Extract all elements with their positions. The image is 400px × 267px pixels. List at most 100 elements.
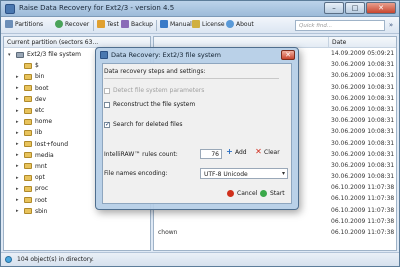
recover-button[interactable]: Recover [55,20,89,28]
partitions-button[interactable]: Partitions [5,20,43,28]
backup-icon [121,20,129,28]
file-date: 30.06.2009 10:08:31 [331,105,395,113]
file-row[interactable]: 06.10.2009 11:07:38 [154,216,396,227]
expand-arrow-icon[interactable]: ▸ [16,108,24,114]
folder-icon [24,141,32,148]
add-label: Add [235,149,247,156]
drive-icon [16,51,24,58]
backup-label: Backup [131,20,153,28]
tree-item-label: etc [35,107,45,115]
about-label: About [236,20,254,28]
folder-icon [24,174,32,181]
chevron-down-icon: ▾ [281,170,285,177]
clear-x-icon: ✕ [255,147,262,156]
file-date: 30.06.2009 10:08:31 [331,173,395,181]
file-date: 06.10.2009 11:07:38 [331,217,395,225]
folder-icon [24,62,32,69]
divider [104,78,279,79]
partitions-label: Partitions [15,20,44,28]
tree-item-label: lib [35,129,43,137]
maximize-button[interactable]: □ [345,2,365,14]
file-date: 06.10.2009 11:07:38 [331,184,395,192]
folder-icon [24,118,32,125]
folder-icon [24,152,32,159]
tree-item-label: bin [35,73,45,81]
expand-arrow-icon[interactable]: ▸ [16,141,24,147]
tree-item-label: boot [35,84,49,92]
clear-label: Clear [264,149,280,156]
folder-icon [24,107,32,114]
reconstruct-fs-checkbox[interactable] [104,101,110,108]
file-date: 30.06.2009 10:08:31 [331,117,395,125]
folder-icon [24,208,32,215]
expand-arrow-icon[interactable]: ▸ [16,96,24,102]
expand-arrow-icon[interactable]: ▸ [16,130,24,136]
folder-icon [24,96,32,103]
dialog-body [102,63,292,204]
folder-icon [24,85,32,92]
test-icon [97,20,105,28]
manual-button[interactable]: Manual [160,20,192,28]
expand-arrow-icon[interactable]: ▸ [16,119,24,125]
app-icon [5,4,15,14]
file-name: chown [158,229,178,236]
expand-arrow-icon[interactable]: ▸ [16,208,24,214]
dialog-title-bar: Data Recovery: Ext2/3 file system [96,48,298,62]
encoding-value: UTF-8 Unicode [204,171,248,178]
expand-arrow-icon[interactable]: ▸ [16,74,24,80]
license-icon [192,20,200,28]
expand-arrow-icon[interactable]: ▸ [16,163,24,169]
file-date: 30.06.2009 10:08:31 [331,83,395,91]
manual-icon [160,20,168,28]
file-date: 30.06.2009 10:08:31 [331,161,395,169]
date-column-header[interactable]: Date [332,39,346,46]
dialog-close-button[interactable]: ✕ [281,50,295,60]
manual-label: Manual [170,20,192,28]
encoding-select[interactable]: UTF-8 Unicode ▾ [200,168,288,179]
minimize-button[interactable]: – [324,2,344,14]
expand-arrow-icon[interactable]: ▸ [16,152,24,158]
file-date: 14.09.2009 05:09:21 [331,50,395,57]
expand-arrow-icon[interactable]: ▸ [16,175,24,181]
folder-icon [24,185,32,192]
rules-count-input[interactable]: 76 [200,149,222,159]
backup-button[interactable]: Backup [121,20,153,28]
test-button[interactable]: Test [97,20,119,28]
section-label: Data recovery steps and settings: [104,68,206,75]
tree-item-label: lost+found [35,140,69,148]
folder-icon [24,73,32,80]
tree-item-label: Ext2/3 file system [27,51,81,59]
file-date: 30.06.2009 10:08:31 [331,139,395,147]
clear-rules-button[interactable]: ✕ Clear [255,147,280,157]
license-button[interactable]: License [192,20,225,28]
option-reconstruct-fs[interactable]: Reconstruct the file system [104,101,195,108]
option-search-deleted[interactable]: ✓ Search for deleted files [104,121,183,128]
close-button[interactable]: ✕ [366,2,396,14]
rules-count-label: IntelliRAW™ rules count: [104,151,178,158]
expand-arrow-icon[interactable]: ▸ [16,186,24,192]
tree-item-label: dev [35,95,47,103]
cancel-icon [227,190,234,197]
file-date: 30.06.2009 10:08:31 [331,128,395,136]
plus-icon: + [226,147,233,156]
quick-find-input[interactable]: Quick find... [295,20,385,31]
quick-find-button[interactable]: » [386,20,396,31]
expand-arrow-icon[interactable]: ▸ [16,85,24,91]
option-detect-parameters[interactable]: Detect file system parameters [104,87,204,94]
cancel-button[interactable]: Cancel [227,190,257,197]
detect-parameters-label: Detect file system parameters [113,87,205,94]
expand-arrow-icon[interactable]: ▾ [8,52,16,58]
detect-parameters-checkbox[interactable] [104,87,110,94]
search-deleted-checkbox[interactable]: ✓ [104,121,110,128]
tree-item-label: home [35,118,53,126]
recover-label: Recover [65,20,90,28]
start-button[interactable]: Start [260,190,285,197]
about-button[interactable]: About [226,20,254,28]
file-date: 06.10.2009 11:07:38 [331,206,395,214]
partitions-icon [5,20,13,28]
file-row[interactable]: chown 06.10.2009 11:07:38 [154,227,396,238]
tree-item-label: opt [35,174,45,182]
window-title: Raise Data Recovery for Ext2/3 - version… [19,4,175,12]
expand-arrow-icon[interactable]: ▸ [16,197,24,203]
add-rules-button[interactable]: + Add [226,147,247,157]
